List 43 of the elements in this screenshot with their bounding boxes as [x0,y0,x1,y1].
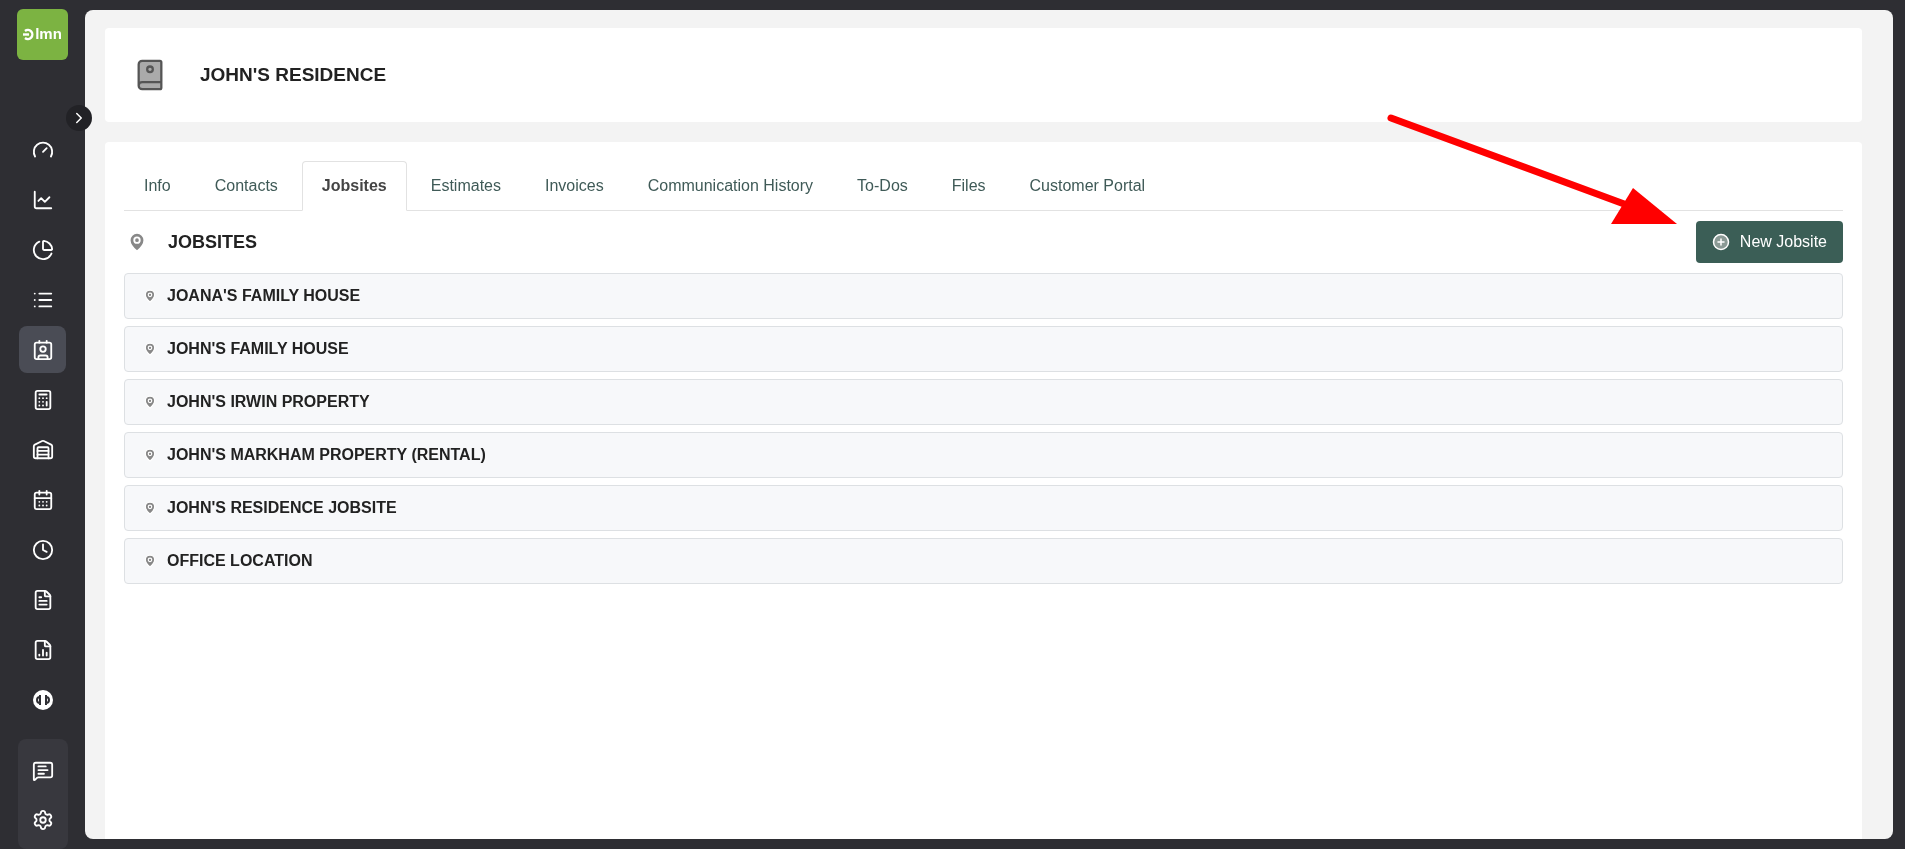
garage-icon [31,438,54,461]
map-pin-icon [143,395,157,409]
jobsite-row[interactable]: JOHN'S MARKHAM PROPERTY (RENTAL) [124,432,1843,478]
map-pin-icon [143,448,157,462]
tab[interactable]: Estimates [410,161,521,211]
help-icon [31,759,54,782]
jobsite-name: JOANA'S FAMILY HOUSE [167,286,361,306]
tab[interactable]: Jobsites [301,161,407,211]
jobsite-name: JOHN'S FAMILY HOUSE [167,339,349,359]
line-chart-icon [31,188,54,211]
map-pin-icon [143,554,157,568]
logo-mark-icon [23,28,35,41]
tab[interactable]: Invoices [525,161,624,211]
logo-text: lmn [35,24,62,45]
map-pin-icon [143,289,157,303]
tab[interactable]: Info [124,161,191,211]
section-title: JOBSITES [168,230,258,254]
jobsite-row[interactable]: OFFICE LOCATION [124,538,1843,584]
jobsite-row[interactable]: JOANA'S FAMILY HOUSE [124,273,1843,319]
jobsite-row[interactable]: JOHN'S IRWIN PROPERTY [124,379,1843,425]
jobsite-row[interactable]: JOHN'S FAMILY HOUSE [124,326,1843,372]
tab[interactable]: Files [931,161,1006,211]
settings-icon [31,808,54,831]
calendar-icon [31,488,54,511]
pie-chart-icon [31,238,54,261]
tab[interactable]: To-Dos [837,161,928,211]
contact-card-icon [31,338,54,361]
map-pin-icon [143,342,157,356]
jobsite-name: JOHN'S IRWIN PROPERTY [167,392,370,412]
tab[interactable]: Contacts [194,161,298,211]
new-jobsite-button[interactable]: New Jobsite [1695,221,1843,263]
tab[interactable]: Customer Portal [1009,161,1166,211]
page-title: JOHN'S RESIDENCE [200,62,387,87]
jobsite-name: JOHN'S RESIDENCE JOBSITE [167,498,397,518]
clock-icon [31,538,54,561]
map-pin-icon [143,501,157,515]
tab[interactable]: Communication History [627,161,834,211]
jobsite-row[interactable]: JOHN'S RESIDENCE JOBSITE [124,485,1843,531]
plus-circle-icon [1711,233,1730,251]
expand-sidebar-button[interactable] [66,105,92,131]
nav-button[interactable] [19,326,66,373]
jobsite-name: JOHN'S MARKHAM PROPERTY (RENTAL) [167,445,486,465]
jobsite-name: OFFICE LOCATION [167,551,313,571]
